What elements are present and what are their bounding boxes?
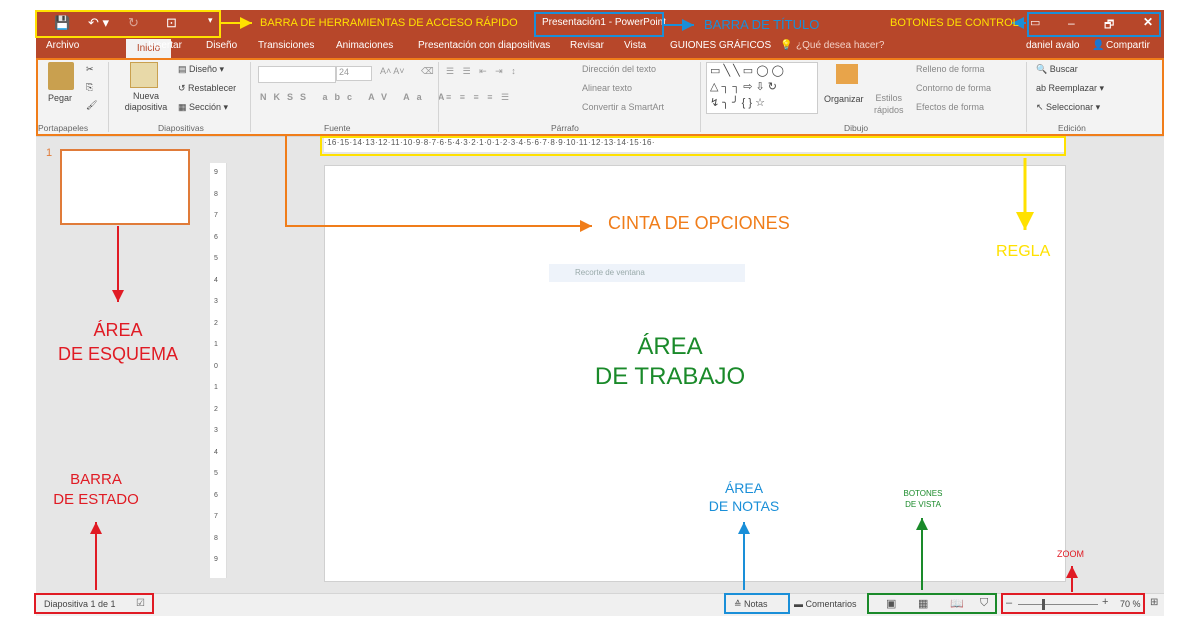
annotation-arrows <box>90 17 1078 592</box>
label-outline-line1: ÁREA <box>93 320 143 340</box>
label-status-line1: BARRA <box>70 471 122 488</box>
label-quick-access: BARRA DE HERRAMIENTAS DE ACCESO RÁPIDO <box>260 17 518 29</box>
label-ruler: REGLA <box>996 243 1051 260</box>
label-work-line1: ÁREA <box>637 333 703 360</box>
label-outline-line2: DE ESQUEMA <box>57 344 179 364</box>
label-title-bar: BARRA DE TÍTULO <box>704 17 820 32</box>
label-views-line2: DE VISTA <box>905 500 941 509</box>
label-status-bar: BARRA DE ESTADO <box>36 470 156 510</box>
label-zoom: ZOOM <box>1057 549 1084 559</box>
label-view-buttons: BOTONES DE VISTA <box>890 488 956 510</box>
label-notes-line2: DE NOTAS <box>708 498 780 514</box>
label-outline-area: ÁREA DE ESQUEMA <box>36 318 200 366</box>
label-status-line2: DE ESTADO <box>53 491 139 508</box>
label-ribbon: CINTA DE OPCIONES <box>608 213 790 233</box>
label-notes-area: ÁREA DE NOTAS <box>690 479 798 515</box>
label-control-buttons: BOTONES DE CONTROL <box>890 17 1019 29</box>
label-work-line2: DE TRABAJO <box>594 363 746 390</box>
label-work-area: ÁREA DE TRABAJO <box>560 332 780 392</box>
label-views-line1: BOTONES <box>903 489 943 498</box>
label-notes-line1: ÁREA <box>724 480 764 496</box>
